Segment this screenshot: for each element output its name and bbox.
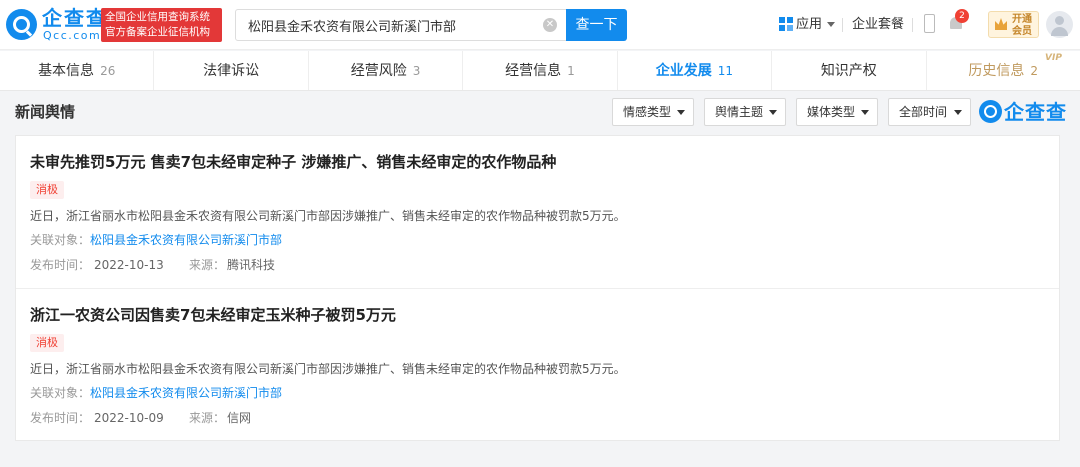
- news-summary: 近日，浙江省丽水市松阳县金禾农资有限公司新溪门市部因涉嫌推广、销售未经审定的农作…: [30, 362, 626, 376]
- filter-media-type[interactable]: 媒体类型: [796, 98, 878, 126]
- divider: [842, 18, 843, 32]
- news-title[interactable]: 浙江一农资公司因售卖7包未经审定玉米种子被罚5万元: [30, 305, 396, 325]
- filter-time-range[interactable]: 全部时间: [888, 98, 971, 126]
- company-tabs: 基本信息 26 法律诉讼 经营风险 3 经营信息 1 企业发展 11 知识产权 历史信息…: [0, 51, 1080, 91]
- tab-label: 历史信息: [968, 63, 1025, 79]
- source-label: 来源：: [189, 258, 226, 272]
- tab-count: 26: [100, 64, 116, 78]
- qcc-watermark-logo: 企查查: [979, 98, 1075, 126]
- related-company-link[interactable]: 松阳县金禾农资有限公司新溪门市部: [90, 384, 282, 402]
- tab-count: 2: [1030, 64, 1039, 78]
- related-label: 关联对象：: [30, 386, 91, 400]
- badge-line-2: 官方备案企业征信机构: [105, 26, 210, 38]
- vip-label-line-2: 会员: [1012, 26, 1032, 37]
- tab-business-info[interactable]: 经营信息 1: [463, 51, 618, 90]
- publish-date-label: 发布时间：: [30, 258, 91, 272]
- top-header: 企查查 Qcc.com 全国企业信用查询系统 官方备案企业征信机构 ✕ 查一下 …: [0, 0, 1080, 50]
- tab-basic-info[interactable]: 基本信息 26: [0, 51, 155, 90]
- publish-date: 2022-10-09: [94, 411, 164, 425]
- badge-line-1: 全国企业信用查询系统: [105, 11, 210, 23]
- filter-label: 全部时间: [899, 105, 948, 119]
- filter-label: 媒体类型: [807, 105, 856, 119]
- tab-enterprise-development[interactable]: 企业发展 11: [618, 51, 773, 90]
- tab-count: 1: [567, 64, 575, 78]
- section-title: 新闻舆情: [15, 103, 76, 121]
- clear-icon[interactable]: ✕: [543, 18, 557, 32]
- apps-menu[interactable]: 应用: [796, 16, 822, 34]
- caret-down-icon: [769, 110, 777, 115]
- chevron-down-icon[interactable]: [827, 22, 835, 27]
- search-input[interactable]: [236, 10, 562, 40]
- filter-label: 情感类型: [623, 105, 672, 119]
- news-summary: 近日，浙江省丽水市松阳县金禾农资有限公司新溪门市部因涉嫌推广、销售未经审定的农作…: [30, 209, 626, 223]
- tab-label: 经营信息: [505, 63, 562, 79]
- source-label: 来源：: [189, 411, 226, 425]
- search-box: ✕ 查一下: [235, 9, 627, 41]
- apps-grid-icon[interactable]: [779, 17, 793, 31]
- tab-label: 法律诉讼: [203, 63, 260, 79]
- vip-label-line-1: 开通: [1012, 14, 1032, 25]
- tab-label: 基本信息: [38, 63, 95, 79]
- filter-label: 舆情主题: [715, 105, 764, 119]
- news-list: 未审先推罚5万元 售卖7包未经审定种子 涉嫌推广、销售未经审定的农作物品种 消极…: [15, 135, 1060, 441]
- vip-tag: VIP: [1045, 53, 1062, 63]
- news-item: 未审先推罚5万元 售卖7包未经审定种子 涉嫌推广、销售未经审定的农作物品种 消极…: [16, 136, 1059, 288]
- publish-date-label: 发布时间：: [30, 411, 91, 425]
- caret-down-icon: [677, 110, 685, 115]
- news-item: 浙江一农资公司因售卖7包未经审定玉米种子被罚5万元 消极 近日，浙江省丽水市松阳…: [16, 288, 1059, 440]
- caret-down-icon: [861, 110, 869, 115]
- news-source: 腾讯科技: [227, 258, 276, 272]
- caret-down-icon: [954, 110, 962, 115]
- tab-legal-litigation[interactable]: 法律诉讼: [154, 51, 309, 90]
- tab-label: 企业发展: [655, 63, 712, 79]
- divider: [912, 18, 913, 32]
- logo-domain: Qcc.com: [43, 29, 102, 42]
- open-vip-button[interactable]: 开通 会员: [988, 11, 1039, 38]
- search-button[interactable]: 查一下: [566, 9, 627, 41]
- tab-business-risk[interactable]: 经营风险 3: [309, 51, 464, 90]
- crown-icon: [995, 18, 1007, 30]
- mobile-phone-icon[interactable]: [924, 14, 935, 33]
- filter-sentiment-type[interactable]: 情感类型: [612, 98, 694, 126]
- filter-opinion-topic[interactable]: 舆情主题: [704, 98, 786, 126]
- enterprise-suite-link[interactable]: 企业套餐: [852, 16, 904, 34]
- qcc-logo-text: 企查查: [1004, 100, 1067, 124]
- qcc-logo-icon: [979, 100, 1002, 123]
- avatar[interactable]: [1046, 11, 1073, 38]
- logo-text[interactable]: 企查查: [42, 7, 108, 29]
- qcc-logo-icon[interactable]: [6, 9, 37, 40]
- notification-count-badge: 2: [955, 9, 969, 23]
- related-company-link[interactable]: 松阳县金禾农资有限公司新溪门市部: [90, 231, 282, 249]
- sentiment-tag: 消极: [30, 181, 64, 199]
- news-source: 信网: [227, 411, 252, 425]
- tab-label: 经营风险: [350, 63, 407, 79]
- tab-count: 11: [717, 64, 734, 78]
- related-label: 关联对象：: [30, 233, 91, 247]
- sentiment-tag: 消极: [30, 334, 64, 352]
- publish-date: 2022-10-13: [94, 258, 164, 272]
- tab-count: 3: [412, 64, 421, 78]
- tab-history-info[interactable]: 历史信息 2 VIP: [927, 51, 1080, 90]
- official-badge: 全国企业信用查询系统 官方备案企业征信机构: [101, 8, 222, 42]
- news-title[interactable]: 未审先推罚5万元 售卖7包未经审定种子 涉嫌推广、销售未经审定的农作物品种: [30, 152, 556, 172]
- tab-label: 知识产权: [820, 63, 877, 79]
- tab-intellectual-property[interactable]: 知识产权: [772, 51, 927, 90]
